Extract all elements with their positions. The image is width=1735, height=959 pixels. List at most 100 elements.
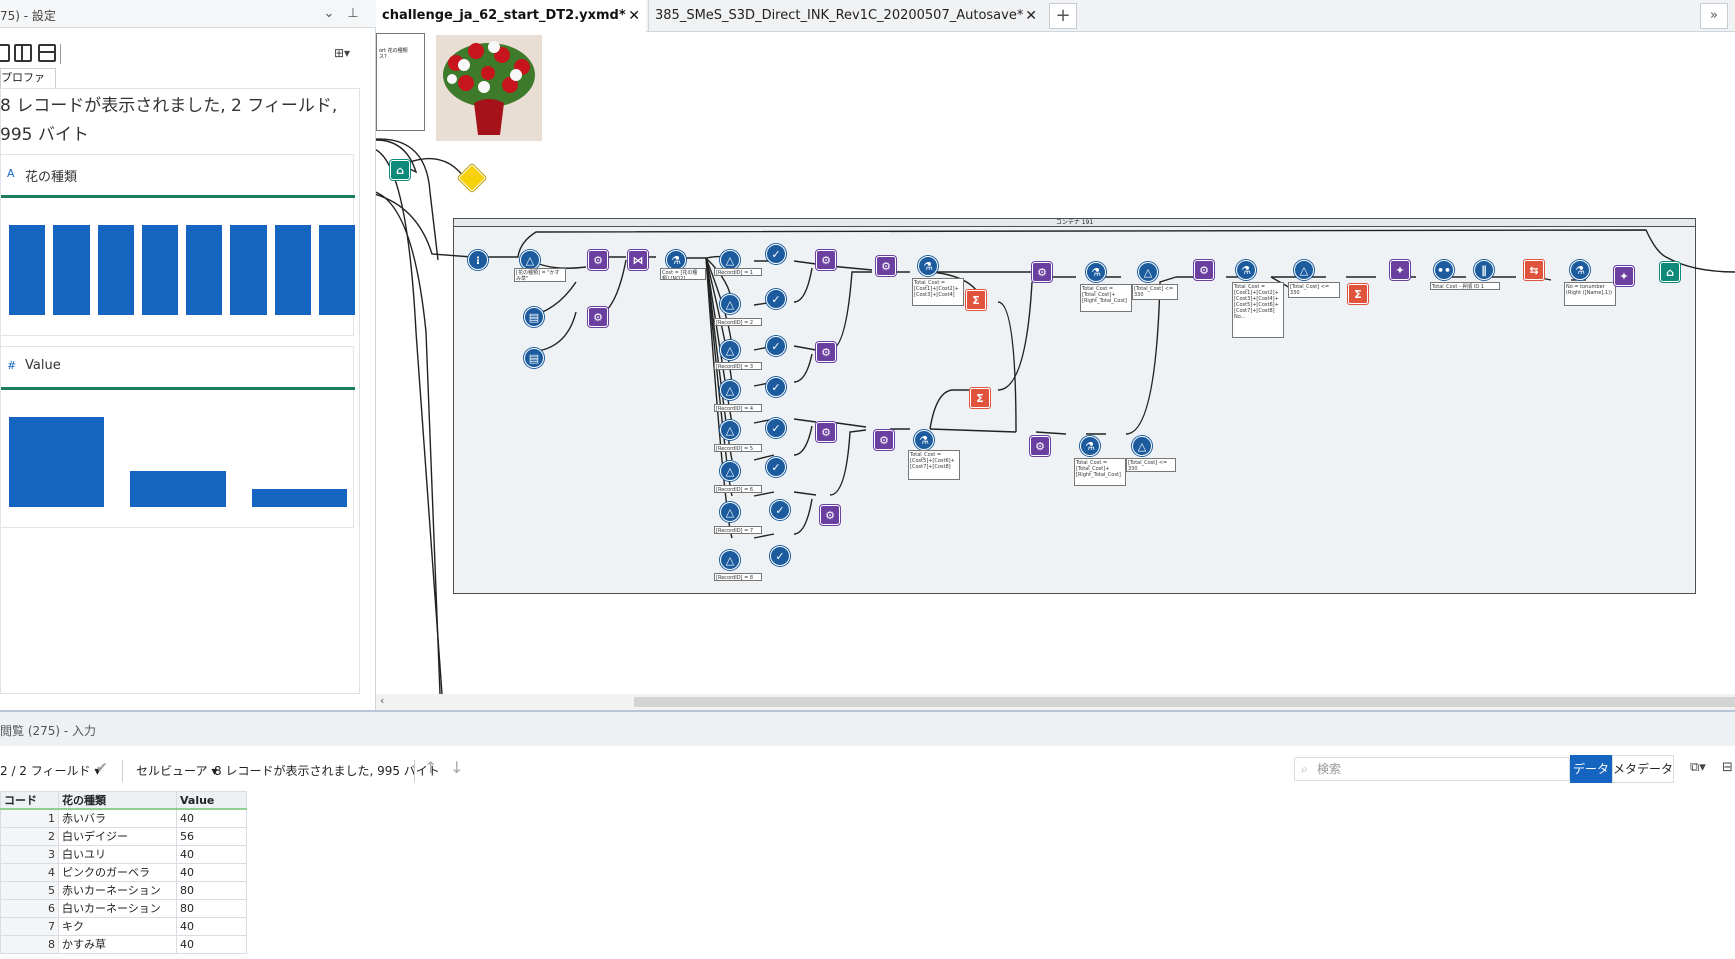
filter-tool-icon[interactable]: △ bbox=[1294, 260, 1314, 280]
table-cell[interactable]: 40 bbox=[176, 916, 247, 936]
column-header[interactable]: Value bbox=[176, 791, 247, 810]
tab-smes-workflow[interactable]: 385_SMeS_S3D_Direct_INK_Rev1C_20200507_A… bbox=[648, 0, 1043, 32]
table-cell[interactable]: 白いユリ bbox=[58, 844, 177, 864]
table-cell[interactable]: 1 bbox=[0, 808, 59, 828]
table-row[interactable]: 7 キク 40 bbox=[0, 916, 247, 936]
select-tool-icon[interactable]: ✓ bbox=[766, 244, 786, 264]
formula-tool-icon[interactable]: ⚗ bbox=[914, 430, 934, 450]
select-tool-icon[interactable]: ✓ bbox=[766, 377, 786, 397]
summarize-tool-icon[interactable]: Σ bbox=[1348, 284, 1368, 304]
table-cell[interactable]: 赤いバラ bbox=[58, 808, 177, 828]
select-tool-icon[interactable]: ✓ bbox=[766, 336, 786, 356]
tab-challenge-workflow[interactable]: challenge_ja_62_start_DT2.yxmd* ✕ bbox=[376, 0, 646, 32]
select-tool-icon[interactable]: ✓ bbox=[766, 457, 786, 477]
table-cell[interactable]: 40 bbox=[176, 934, 247, 954]
formula-tool-icon[interactable]: ⚗ bbox=[1080, 436, 1100, 456]
record-id-icon[interactable]: ∥ bbox=[1474, 260, 1494, 280]
table-cell[interactable]: 56 bbox=[176, 826, 247, 846]
table-cell[interactable]: 80 bbox=[176, 880, 247, 900]
select-tool-icon[interactable]: ✓ bbox=[770, 546, 790, 566]
join-multiple-icon[interactable]: ✦ bbox=[1614, 266, 1634, 286]
new-tab-button[interactable]: + bbox=[1049, 3, 1077, 29]
join-tool-icon[interactable]: ⚙ bbox=[588, 307, 608, 327]
histogram-bar[interactable] bbox=[274, 225, 311, 315]
data-button[interactable]: データ bbox=[1570, 755, 1612, 783]
join-tool-icon[interactable]: ⚙ bbox=[588, 250, 608, 270]
table-cell[interactable]: 40 bbox=[176, 844, 247, 864]
table-cell[interactable]: 80 bbox=[176, 898, 247, 918]
filter-tool-icon[interactable]: △ bbox=[720, 550, 740, 570]
sort-tool-icon[interactable]: •• bbox=[1434, 260, 1454, 280]
table-cell[interactable]: キク bbox=[58, 916, 177, 936]
union-tool-icon[interactable]: ⋈ bbox=[628, 250, 648, 270]
filter-tool-icon[interactable]: △ bbox=[720, 340, 740, 360]
table-row[interactable]: 2 白いデイジー 56 bbox=[0, 826, 247, 846]
table-cell[interactable]: 40 bbox=[176, 808, 247, 828]
fields-selector[interactable]: 2 / 2 フィールド ▾ bbox=[0, 762, 100, 779]
append-tool-icon[interactable]: ⚙ bbox=[874, 430, 894, 450]
select-tool-icon[interactable]: ✓ bbox=[766, 289, 786, 309]
select-tool-icon[interactable]: ✓ bbox=[770, 500, 790, 520]
copy-icon[interactable]: ⧉▾ bbox=[1690, 760, 1706, 775]
text-input-icon[interactable]: ▤ bbox=[524, 348, 544, 368]
chevron-down-icon[interactable]: ⌄ bbox=[320, 5, 338, 23]
table-cell[interactable]: 4 bbox=[0, 862, 59, 882]
table-cell[interactable]: 6 bbox=[0, 898, 59, 918]
append-tool-icon[interactable]: ⚙ bbox=[816, 342, 836, 362]
append-tool-icon[interactable]: ⚙ bbox=[1030, 436, 1050, 456]
table-row[interactable]: 1 赤いバラ 40 bbox=[0, 808, 247, 828]
append-tool-icon[interactable]: ⚙ bbox=[816, 250, 836, 270]
summarize-tool-icon[interactable]: Σ bbox=[970, 388, 990, 408]
table-row[interactable]: 3 白いユリ 40 bbox=[0, 844, 247, 864]
checkmark-icon[interactable]: ✔ bbox=[96, 760, 108, 776]
histogram-bar[interactable] bbox=[141, 225, 178, 315]
filter-tool-icon[interactable]: △ bbox=[520, 250, 540, 270]
append-tool-icon[interactable]: ⚙ bbox=[1032, 262, 1052, 282]
append-tool-icon[interactable]: ⚙ bbox=[816, 422, 836, 442]
layout-single-icon[interactable] bbox=[0, 44, 10, 62]
table-cell[interactable]: 8 bbox=[0, 934, 59, 954]
histogram-bar[interactable] bbox=[97, 225, 134, 315]
export-icon[interactable]: ⊟ bbox=[1722, 760, 1733, 775]
table-cell[interactable]: かすみ草 bbox=[58, 934, 177, 954]
table-row[interactable]: 4 ピンクのガーベラ 40 bbox=[0, 862, 247, 882]
layout-vertical-icon[interactable] bbox=[38, 44, 56, 62]
histogram-bar[interactable] bbox=[53, 225, 90, 315]
close-icon[interactable]: ✕ bbox=[628, 0, 640, 32]
table-row[interactable]: 5 赤いカーネーション 80 bbox=[0, 880, 247, 900]
histogram-bar[interactable] bbox=[130, 471, 226, 507]
table-cell[interactable]: 白いカーネーション bbox=[58, 898, 177, 918]
tab-profile[interactable]: プロファイル bbox=[0, 68, 56, 102]
table-cell[interactable]: 2 bbox=[0, 826, 59, 846]
filter-tool-icon[interactable]: △ bbox=[720, 250, 740, 270]
table-cell[interactable]: 5 bbox=[0, 880, 59, 900]
scrollbar-thumb[interactable] bbox=[634, 697, 1735, 707]
table-row[interactable]: 6 白いカーネーション 80 bbox=[0, 898, 247, 918]
histogram-bar[interactable] bbox=[318, 225, 355, 315]
column-header[interactable]: コード bbox=[0, 791, 59, 810]
pin-icon[interactable]: ⊥ bbox=[344, 5, 362, 23]
column-header[interactable]: 花の種類 bbox=[58, 791, 177, 810]
table-row[interactable]: 8 かすみ草 40 bbox=[0, 934, 247, 954]
table-cell[interactable]: 40 bbox=[176, 862, 247, 882]
histogram-bar[interactable] bbox=[9, 417, 105, 507]
table-cell[interactable]: ピンクのガーベラ bbox=[58, 862, 177, 882]
filter-tool-icon[interactable]: △ bbox=[1132, 436, 1152, 456]
select-tool-icon[interactable]: ✓ bbox=[766, 418, 786, 438]
input-data-icon[interactable]: ⁝ bbox=[468, 250, 488, 270]
arrow-down-icon[interactable]: ↓ bbox=[450, 758, 463, 777]
filter-tool-icon[interactable]: △ bbox=[720, 420, 740, 440]
filter-tool-icon[interactable]: △ bbox=[720, 380, 740, 400]
metadata-button[interactable]: メタデータ bbox=[1612, 755, 1674, 783]
histogram-bar[interactable] bbox=[251, 489, 347, 507]
formula-tool-icon[interactable]: ⚗ bbox=[1086, 262, 1106, 282]
union-tool-icon[interactable]: ⚙ bbox=[1194, 260, 1214, 280]
search-input[interactable]: ⌕ 検索 bbox=[1294, 757, 1570, 781]
histogram-bar[interactable] bbox=[186, 225, 223, 315]
formula-tool-icon[interactable]: ⚗ bbox=[1570, 260, 1590, 280]
tab-overflow-button[interactable]: » bbox=[1700, 3, 1728, 29]
table-cell[interactable]: 7 bbox=[0, 916, 59, 936]
cross-tab-icon[interactable]: ⇆ bbox=[1524, 260, 1544, 280]
scroll-left-icon[interactable]: ‹ bbox=[380, 694, 384, 707]
browse-tool-icon[interactable]: ⌂ bbox=[390, 160, 410, 180]
